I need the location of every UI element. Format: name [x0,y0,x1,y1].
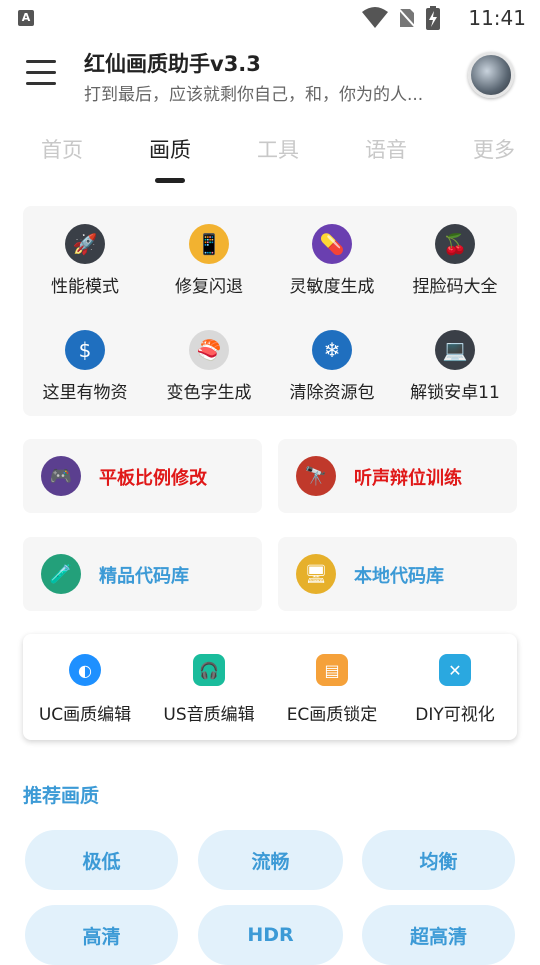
wifi-icon [362,7,388,28]
tool-color-text[interactable]: 🍣 变色字生成 [147,330,271,403]
tool-label: 性能模式 [51,277,119,297]
quality-option-smooth[interactable]: 流畅 [198,830,343,890]
laptop-icon: 💻 [435,330,475,370]
tab-home[interactable]: 首页 [22,134,102,164]
tool-supplies[interactable]: $ 这里有物资 [23,330,147,403]
status-icons [362,6,440,30]
tab-voice[interactable]: 语音 [346,134,426,164]
pills-icon: 💊 [312,224,352,264]
tool-label: 清除资源包 [289,383,375,403]
status-bar: A 11:41 [0,0,540,36]
diy-visual[interactable]: ✕ DIY可视化 [393,654,517,725]
circle-app-icon: ◐ [69,654,101,686]
clock: 11:41 [468,6,526,30]
quick-tool-label: EC画质锁定 [286,705,378,725]
ec-quality-lock[interactable]: ▤ EC画质锁定 [270,654,394,725]
no-sim-icon [398,7,416,29]
battery-icon [426,6,440,30]
tool-label: 修复闪退 [175,277,243,297]
menu-icon[interactable] [26,60,56,86]
quick-tool-label: DIY可视化 [415,705,495,725]
tool-label: 这里有物资 [42,383,128,403]
tab-more[interactable]: 更多 [454,134,534,164]
tablet-ratio-button[interactable]: 🎮 平板比例修改 [23,439,262,513]
snowflake-icon: ❄ [312,330,352,370]
quality-option-ultra-hd[interactable]: 超高清 [362,905,515,965]
test-tube-icon: 🧪 [41,554,81,594]
uc-quality-editor[interactable]: ◐ UC画质编辑 [23,654,147,725]
quality-option-hd[interactable]: 高清 [25,905,178,965]
button-label: 平板比例修改 [99,468,207,489]
local-code-button[interactable]: 🖥 本地代码库 [278,537,517,611]
avatar[interactable] [468,52,514,98]
quick-tool-label: UC画质编辑 [38,705,132,725]
tab-tools[interactable]: 工具 [238,134,318,164]
tool-fix-crash[interactable]: 📱 修复闪退 [147,224,271,297]
tool-label: 解锁安卓11 [410,383,500,403]
telescope-icon: 🔭 [296,456,336,496]
premium-code-button[interactable]: 🧪 精品代码库 [23,537,262,611]
tab-bar: 首页 画质 工具 语音 更多 [0,128,540,188]
tool-clear-resources[interactable]: ❄ 清除资源包 [270,330,394,403]
sound-training-button[interactable]: 🔭 听声辩位训练 [278,439,517,513]
app-header: 红仙画质助手v3.3 打到最后，应该就剩你自己，和，你为的人... [0,40,540,110]
tool-performance-mode[interactable]: 🚀 性能模式 [23,224,147,297]
tab-quality[interactable]: 画质 [130,134,210,164]
cherry-icon: 🍒 [435,224,475,264]
app-subtitle: 打到最后，应该就剩你自己，和，你为的人... [84,85,424,105]
recommended-title: 推荐画质 [23,785,100,807]
quality-option-hdr[interactable]: HDR [198,905,343,965]
app-title: 红仙画质助手v3.3 [84,52,261,76]
headphone-icon: 🎧 [193,654,225,686]
monitor-icon: 🖥 [296,554,336,594]
x-shape-icon: ✕ [439,654,471,686]
quality-option-lowest[interactable]: 极低 [25,830,178,890]
gameboy-icon: 🎮 [41,456,81,496]
rocket-icon: 🚀 [65,224,105,264]
tab-indicator [155,178,185,183]
tool-label: 捏脸码大全 [412,277,498,297]
tool-face-codes[interactable]: 🍒 捏脸码大全 [393,224,517,297]
tool-sensitivity[interactable]: 💊 灵敏度生成 [270,224,394,297]
button-label: 本地代码库 [354,566,444,587]
tool-unlock-android[interactable]: 💻 解锁安卓11 [393,330,517,403]
quick-tool-label: US音质编辑 [163,705,255,725]
us-sound-editor[interactable]: 🎧 US音质编辑 [147,654,271,725]
tools-grid-card: 🚀 性能模式 📱 修复闪退 💊 灵敏度生成 🍒 捏脸码大全 $ 这里有物资 🍣 … [23,206,517,416]
quality-option-balanced[interactable]: 均衡 [362,830,515,890]
document-icon: ▤ [316,654,348,686]
money-magnet-icon: $ [65,330,105,370]
tool-label: 灵敏度生成 [289,277,375,297]
phone-repair-icon: 📱 [189,224,229,264]
button-label: 听声辩位训练 [354,468,462,489]
button-label: 精品代码库 [99,566,189,587]
sushi-icon: 🍣 [189,330,229,370]
quick-tools-card: ◐ UC画质编辑 🎧 US音质编辑 ▤ EC画质锁定 ✕ DIY可视化 [23,634,517,740]
tool-label: 变色字生成 [166,383,252,403]
notification-icon: A [18,10,34,26]
